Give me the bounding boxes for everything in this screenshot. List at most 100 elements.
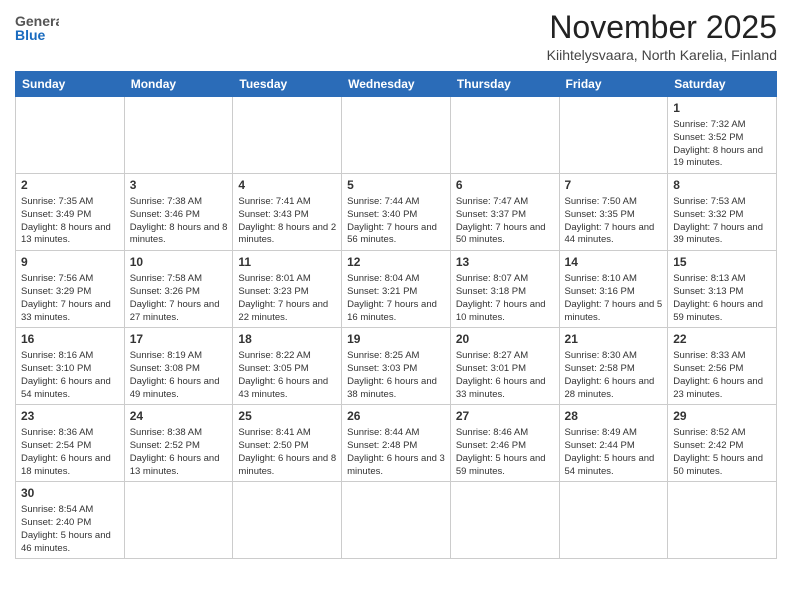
calendar-cell [342,97,451,174]
day-info: Sunrise: 7:35 AM Sunset: 3:49 PM Dayligh… [21,196,119,247]
day-number: 5 [347,177,445,194]
calendar-cell [450,482,559,559]
calendar-cell: 2 Sunrise: 7:35 AM Sunset: 3:49 PM Daylig… [16,174,125,251]
calendar-cell [124,97,233,174]
calendar-cell: 15Sunrise: 8:13 AM Sunset: 3:13 PM Dayli… [668,251,777,328]
calendar-cell: 22Sunrise: 8:33 AM Sunset: 2:56 PM Dayli… [668,328,777,405]
day-number: 14 [565,254,663,271]
day-info: Sunrise: 7:47 AM Sunset: 3:37 PM Dayligh… [456,196,554,247]
calendar-cell: 3Sunrise: 7:38 AM Sunset: 3:46 PM Daylig… [124,174,233,251]
calendar-cell [559,97,668,174]
day-info: Sunrise: 7:50 AM Sunset: 3:35 PM Dayligh… [565,196,663,247]
day-info: Sunrise: 8:54 AM Sunset: 2:40 PM Dayligh… [21,504,119,555]
calendar-cell: 20 Sunrise: 8:27 AM Sunset: 3:01 PM Dayli… [450,328,559,405]
calendar-cell: 12Sunrise: 8:04 AM Sunset: 3:21 PM Dayli… [342,251,451,328]
calendar-cell: 6Sunrise: 7:47 AM Sunset: 3:37 PM Daylig… [450,174,559,251]
calendar-cell [559,482,668,559]
calendar-row-4: 23Sunrise: 8:36 AM Sunset: 2:54 PM Dayli… [16,405,777,482]
calendar-cell: 26Sunrise: 8:44 AM Sunset: 2:48 PM Dayli… [342,405,451,482]
calendar-cell: 8 Sunrise: 7:53 AM Sunset: 3:32 PM Daylig… [668,174,777,251]
logo-icon: General Blue [15,10,59,48]
calendar-cell [16,97,125,174]
calendar-cell [124,482,233,559]
calendar-cell: 23Sunrise: 8:36 AM Sunset: 2:54 PM Dayli… [16,405,125,482]
day-info: Sunrise: 8:41 AM Sunset: 2:50 PM Dayligh… [238,427,336,478]
calendar-cell: 25 Sunrise: 8:41 AM Sunset: 2:50 PM Dayli… [233,405,342,482]
calendar-row-1: 2 Sunrise: 7:35 AM Sunset: 3:49 PM Daylig… [16,174,777,251]
day-number: 21 [565,331,663,348]
day-number: 13 [456,254,554,271]
day-number: 20 [456,331,554,348]
day-number: 27 [456,408,554,425]
day-number: 7 [565,177,663,194]
day-info: Sunrise: 7:56 AM Sunset: 3:29 PM Dayligh… [21,273,119,324]
location-title: Kiihtelysvaara, North Karelia, Finland [547,47,777,63]
day-number: 19 [347,331,445,348]
calendar-cell [233,482,342,559]
day-info: Sunrise: 8:07 AM Sunset: 3:18 PM Dayligh… [456,273,554,324]
calendar-cell [233,97,342,174]
day-info: Sunrise: 8:52 AM Sunset: 2:42 PM Dayligh… [673,427,771,478]
day-info: Sunrise: 8:27 AM Sunset: 3:01 PM Dayligh… [456,350,554,401]
day-number: 4 [238,177,336,194]
calendar-cell: 1 Sunrise: 7:32 AM Sunset: 3:52 PM Daylig… [668,97,777,174]
calendar-row-3: 16 Sunrise: 8:16 AM Sunset: 3:10 PM Dayli… [16,328,777,405]
weekday-header-thursday: Thursday [450,72,559,97]
calendar-cell [342,482,451,559]
day-number: 18 [238,331,336,348]
calendar-cell: 28Sunrise: 8:49 AM Sunset: 2:44 PM Dayli… [559,405,668,482]
day-info: Sunrise: 8:36 AM Sunset: 2:54 PM Dayligh… [21,427,119,478]
calendar-cell: 27 Sunrise: 8:46 AM Sunset: 2:46 PM Dayli… [450,405,559,482]
weekday-header-sunday: Sunday [16,72,125,97]
calendar-cell: 18 Sunrise: 8:22 AM Sunset: 3:05 PM Dayli… [233,328,342,405]
day-number: 8 [673,177,771,194]
day-info: Sunrise: 7:41 AM Sunset: 3:43 PM Dayligh… [238,196,336,247]
calendar-cell: 10 Sunrise: 7:58 AM Sunset: 3:26 PM Dayli… [124,251,233,328]
day-number: 29 [673,408,771,425]
weekday-header-monday: Monday [124,72,233,97]
calendar-cell: 19 Sunrise: 8:25 AM Sunset: 3:03 PM Dayli… [342,328,451,405]
logo: General Blue [15,10,59,48]
day-info: Sunrise: 7:38 AM Sunset: 3:46 PM Dayligh… [130,196,228,247]
month-title: November 2025 [547,10,777,45]
day-info: Sunrise: 7:58 AM Sunset: 3:26 PM Dayligh… [130,273,228,324]
day-number: 10 [130,254,228,271]
day-number: 17 [130,331,228,348]
day-info: Sunrise: 8:44 AM Sunset: 2:48 PM Dayligh… [347,427,445,478]
calendar-cell: 17Sunrise: 8:19 AM Sunset: 3:08 PM Dayli… [124,328,233,405]
day-info: Sunrise: 8:04 AM Sunset: 3:21 PM Dayligh… [347,273,445,324]
calendar-cell: 9Sunrise: 7:56 AM Sunset: 3:29 PM Daylig… [16,251,125,328]
calendar-cell: 14 Sunrise: 8:10 AM Sunset: 3:16 PM Dayli… [559,251,668,328]
day-number: 22 [673,331,771,348]
calendar-cell [450,97,559,174]
day-info: Sunrise: 7:32 AM Sunset: 3:52 PM Dayligh… [673,119,771,170]
day-info: Sunrise: 8:22 AM Sunset: 3:05 PM Dayligh… [238,350,336,401]
day-number: 11 [238,254,336,271]
day-number: 25 [238,408,336,425]
calendar-cell: 21 Sunrise: 8:30 AM Sunset: 2:58 PM Dayli… [559,328,668,405]
calendar-table: SundayMondayTuesdayWednesdayThursdayFrid… [15,71,777,559]
day-info: Sunrise: 8:16 AM Sunset: 3:10 PM Dayligh… [21,350,119,401]
day-info: Sunrise: 8:46 AM Sunset: 2:46 PM Dayligh… [456,427,554,478]
day-number: 24 [130,408,228,425]
weekday-header-tuesday: Tuesday [233,72,342,97]
day-info: Sunrise: 8:30 AM Sunset: 2:58 PM Dayligh… [565,350,663,401]
day-number: 2 [21,177,119,194]
day-info: Sunrise: 7:44 AM Sunset: 3:40 PM Dayligh… [347,196,445,247]
calendar-cell: 7 Sunrise: 7:50 AM Sunset: 3:35 PM Daylig… [559,174,668,251]
calendar-cell: 4 Sunrise: 7:41 AM Sunset: 3:43 PM Daylig… [233,174,342,251]
calendar-cell: 13 Sunrise: 8:07 AM Sunset: 3:18 PM Dayli… [450,251,559,328]
calendar-cell: 24 Sunrise: 8:38 AM Sunset: 2:52 PM Dayli… [124,405,233,482]
weekday-header-friday: Friday [559,72,668,97]
day-number: 16 [21,331,119,348]
day-info: Sunrise: 8:49 AM Sunset: 2:44 PM Dayligh… [565,427,663,478]
day-info: Sunrise: 7:53 AM Sunset: 3:32 PM Dayligh… [673,196,771,247]
day-info: Sunrise: 8:13 AM Sunset: 3:13 PM Dayligh… [673,273,771,324]
day-info: Sunrise: 8:10 AM Sunset: 3:16 PM Dayligh… [565,273,663,324]
calendar-cell [668,482,777,559]
calendar-cell: 29 Sunrise: 8:52 AM Sunset: 2:42 PM Dayli… [668,405,777,482]
day-number: 1 [673,100,771,117]
day-info: Sunrise: 8:25 AM Sunset: 3:03 PM Dayligh… [347,350,445,401]
day-info: Sunrise: 8:38 AM Sunset: 2:52 PM Dayligh… [130,427,228,478]
title-area: November 2025 Kiihtelysvaara, North Kare… [547,10,777,63]
